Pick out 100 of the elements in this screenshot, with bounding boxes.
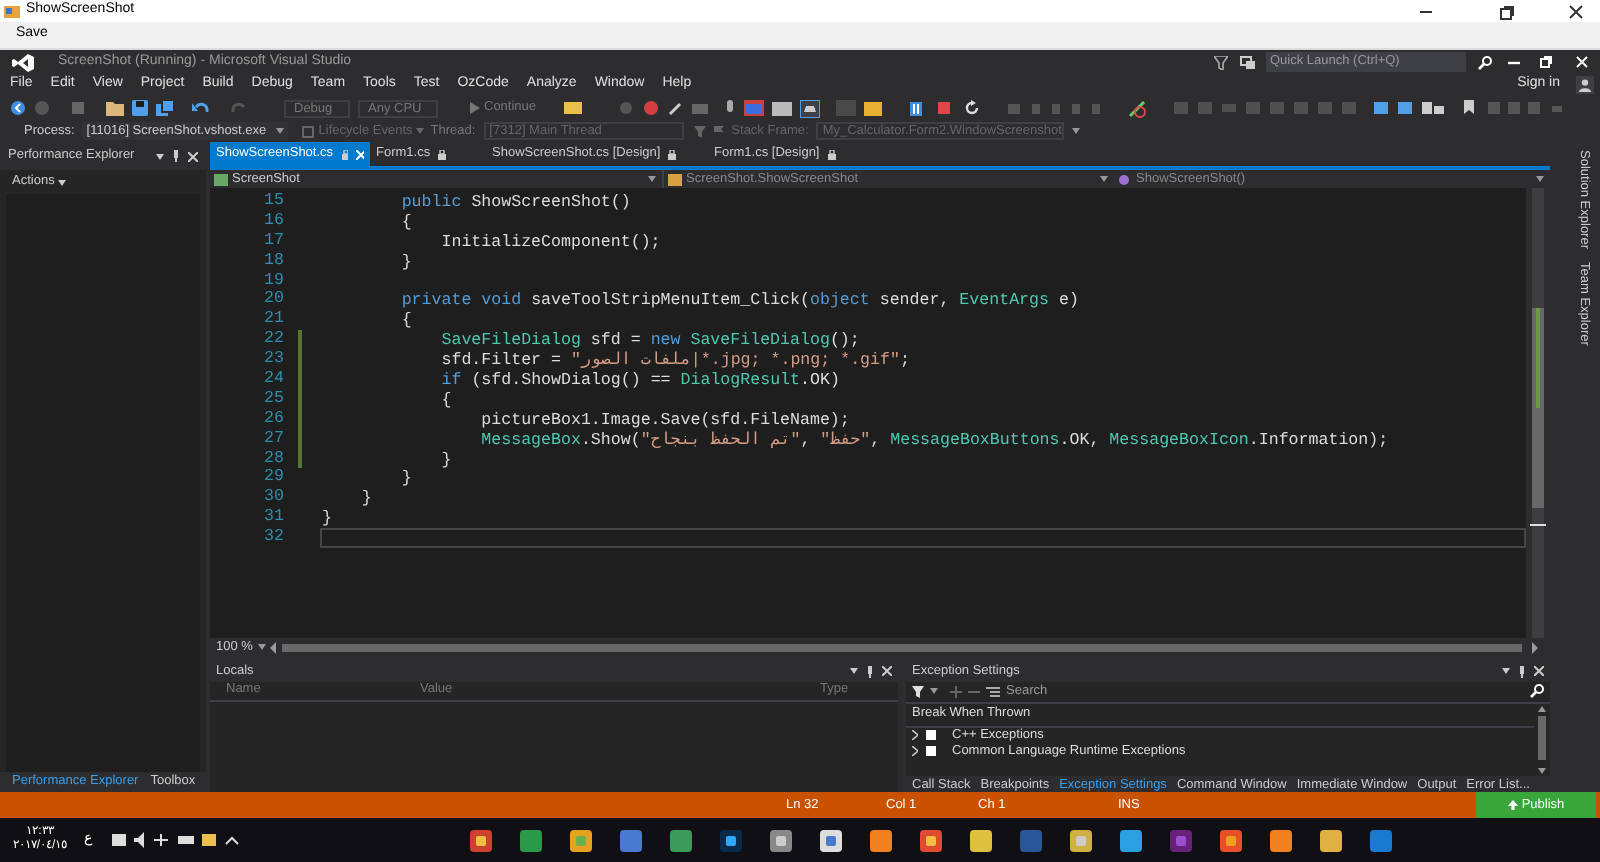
caret-icon (416, 128, 425, 134)
taskbar-app-icon[interactable] (469, 829, 491, 851)
vertical-scrollbar[interactable] (1534, 703, 1550, 776)
horizontal-scrollbar[interactable] (270, 639, 1542, 656)
line-number: 26 (262, 409, 284, 430)
folder-icon[interactable] (106, 100, 124, 116)
pin-icon[interactable] (1518, 665, 1526, 678)
list-icon[interactable] (986, 685, 1000, 698)
play-icon (470, 102, 480, 114)
taskbar-app-icon[interactable] (869, 829, 891, 851)
caret-icon (276, 128, 285, 134)
wrench-icon[interactable] (668, 100, 685, 116)
window-icon[interactable] (744, 100, 765, 116)
checkbox[interactable] (926, 746, 936, 757)
app-icon (4, 3, 20, 19)
close-icon[interactable] (1568, 3, 1584, 19)
search-icon[interactable] (1478, 55, 1492, 69)
filter-icon[interactable] (1214, 55, 1228, 69)
project-icon (214, 173, 228, 185)
caret-icon (58, 179, 67, 185)
taskbar-app-icon[interactable] (719, 829, 741, 851)
remove-icon[interactable] (968, 685, 980, 698)
line-number: 31 (262, 508, 284, 529)
line-number: 24 (262, 370, 284, 390)
save-icon[interactable] (132, 100, 148, 116)
pin-icon[interactable] (172, 150, 180, 162)
line-number: 17 (262, 231, 284, 252)
code-line: pictureBox1.Image.Save(sfd.FileName); (479, 409, 852, 430)
code-line: public ShowScreenShot() (399, 192, 633, 212)
pause-icon[interactable] (910, 101, 923, 115)
lock-icon[interactable] (438, 149, 447, 159)
line-number: 18 (262, 251, 284, 272)
lifecycle-icon (302, 125, 315, 137)
taskbar-app-icon[interactable] (1119, 829, 1141, 851)
taskbar-app-icon[interactable] (569, 829, 591, 851)
caret-icon (1072, 128, 1081, 134)
new-project-icon[interactable] (70, 100, 86, 116)
code-line: } (359, 488, 374, 509)
caret-icon[interactable] (850, 668, 858, 675)
code-line: SaveFileDialog sfd = new SaveFileDialog(); (439, 330, 862, 351)
code-line: } (320, 508, 334, 529)
line-number: 19 (262, 271, 284, 291)
lock-icon[interactable] (668, 149, 677, 159)
caret-icon[interactable] (1502, 668, 1510, 675)
line-number: 25 (262, 389, 284, 410)
code-line: private void saveToolStripMenuItem_Click(object sender, EventArgs e) (399, 290, 1081, 311)
line-number: 28 (262, 449, 284, 469)
caret-icon (258, 644, 267, 651)
stop-icon[interactable] (938, 102, 951, 114)
taskbar-app-icon[interactable] (1319, 829, 1341, 851)
checkbox[interactable] (926, 730, 936, 741)
line-number: 23 (262, 350, 284, 371)
taskbar-app-icon[interactable] (1269, 829, 1291, 851)
restore-icon[interactable] (1540, 56, 1552, 68)
save-all-icon[interactable] (156, 99, 174, 117)
code-line: } (399, 251, 414, 272)
feedback-icon[interactable] (1240, 55, 1256, 69)
code-line: { (399, 310, 414, 331)
line-number: 32 (262, 528, 284, 549)
code-line: } (399, 468, 414, 489)
restart-icon[interactable] (964, 100, 981, 116)
code-line: InitializeComponent(); (439, 231, 663, 252)
up-arrow-icon (1507, 800, 1518, 810)
caret-icon (1536, 176, 1544, 182)
caret-icon (1100, 176, 1108, 182)
class-icon (668, 173, 682, 185)
exception-icon[interactable] (642, 100, 661, 116)
bookmark-icons-drawing (1464, 100, 1565, 116)
line-number: 16 (262, 211, 284, 232)
pin-icon[interactable] (866, 665, 874, 678)
taskbar-app-icon[interactable] (969, 829, 991, 851)
filter-icon[interactable] (912, 685, 924, 698)
taskbar-app-icon[interactable] (1219, 829, 1241, 851)
add-icon[interactable] (950, 685, 962, 698)
back-icon[interactable] (10, 100, 26, 116)
line-number: 30 (262, 488, 284, 509)
code-line: } (439, 449, 454, 469)
flag-icon[interactable] (711, 125, 724, 137)
maximize-icon[interactable] (1498, 3, 1514, 19)
taskbar-app-icon[interactable] (819, 829, 841, 851)
logo-icon (12, 53, 34, 71)
code-line: { (399, 211, 414, 232)
account-icon[interactable] (1576, 76, 1594, 94)
hot-reload-icon[interactable] (1128, 99, 1147, 117)
caret-icon (648, 176, 656, 182)
taskbar-app-icon[interactable] (1069, 829, 1091, 851)
undo-icon[interactable] (192, 100, 210, 116)
code-line: { (439, 389, 454, 410)
line-number: 15 (262, 192, 284, 212)
minimize-icon[interactable] (1508, 56, 1520, 68)
taskbar-app-icon[interactable] (769, 829, 791, 851)
caret-icon[interactable] (930, 688, 938, 695)
line-number: 22 (262, 330, 284, 351)
method-icon (1118, 173, 1130, 185)
taskbar-app-icon[interactable] (919, 829, 941, 851)
search-icon (1530, 684, 1544, 699)
vertical-scrollbar[interactable] (1526, 188, 1550, 638)
line-number: 27 (262, 429, 284, 450)
caret-icon[interactable] (156, 153, 164, 159)
lock-icon[interactable] (827, 149, 836, 159)
